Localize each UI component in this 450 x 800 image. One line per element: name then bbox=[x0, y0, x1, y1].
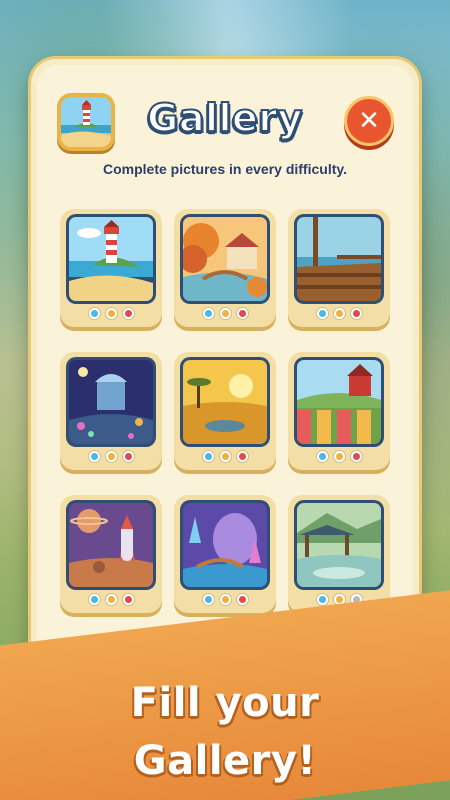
difficulty-hard-dot bbox=[350, 308, 362, 319]
difficulty-easy-dot bbox=[316, 308, 328, 319]
gallery-card-night-garden[interactable] bbox=[60, 352, 162, 470]
difficulty-dots bbox=[60, 451, 162, 465]
difficulty-medium-dot bbox=[333, 308, 345, 319]
difficulty-dots bbox=[60, 308, 162, 322]
banner-line-1: Fill your bbox=[130, 680, 320, 726]
difficulty-hard-dot bbox=[122, 451, 134, 462]
gallery-card-savanna[interactable] bbox=[174, 352, 276, 470]
gallery-card-space-rocket[interactable] bbox=[60, 495, 162, 613]
savanna-picture bbox=[183, 360, 267, 444]
difficulty-medium-dot bbox=[105, 594, 117, 605]
autumn-village-picture bbox=[183, 217, 267, 301]
difficulty-hard-dot bbox=[236, 594, 248, 605]
difficulty-easy-dot bbox=[202, 451, 214, 462]
difficulty-medium-dot bbox=[333, 451, 345, 462]
difficulty-medium-dot bbox=[105, 308, 117, 319]
close-icon: ✕ bbox=[358, 106, 380, 136]
difficulty-dots bbox=[174, 451, 276, 465]
difficulty-dots bbox=[288, 308, 390, 322]
difficulty-hard-dot bbox=[122, 594, 134, 605]
difficulty-easy-dot bbox=[202, 308, 214, 319]
crystal-cave-picture bbox=[183, 503, 267, 587]
gallery-card-pirate-ship[interactable] bbox=[288, 209, 390, 327]
picture-frame bbox=[294, 214, 384, 304]
pirate-ship-picture bbox=[297, 217, 381, 301]
gallery-card-crystal-cave[interactable] bbox=[174, 495, 276, 613]
gallery-card-tulip-farm[interactable] bbox=[288, 352, 390, 470]
difficulty-easy-dot bbox=[88, 594, 100, 605]
difficulty-easy-dot bbox=[88, 308, 100, 319]
gallery-card-lighthouse[interactable] bbox=[60, 209, 162, 327]
gallery-card-hot-spring[interactable] bbox=[288, 495, 390, 613]
picture-frame bbox=[180, 357, 270, 447]
difficulty-easy-dot bbox=[88, 451, 100, 462]
banner-line-2: Gallery! bbox=[133, 738, 317, 784]
difficulty-medium-dot bbox=[219, 451, 231, 462]
night-garden-picture bbox=[69, 360, 153, 444]
picture-frame bbox=[66, 500, 156, 590]
lighthouse-beach-picture bbox=[69, 217, 153, 301]
picture-frame bbox=[294, 357, 384, 447]
difficulty-dots bbox=[174, 308, 276, 322]
difficulty-medium-dot bbox=[105, 451, 117, 462]
page-subtitle: Complete pictures in every difficulty. bbox=[102, 161, 348, 177]
difficulty-easy-dot bbox=[316, 451, 328, 462]
picture-frame bbox=[180, 500, 270, 590]
difficulty-dots bbox=[60, 594, 162, 608]
picture-frame bbox=[66, 357, 156, 447]
picture-frame bbox=[294, 500, 384, 590]
difficulty-medium-dot bbox=[219, 308, 231, 319]
difficulty-dots bbox=[288, 451, 390, 465]
difficulty-easy-dot bbox=[202, 594, 214, 605]
difficulty-easy-dot bbox=[316, 594, 328, 605]
difficulty-hard-dot bbox=[350, 451, 362, 462]
difficulty-hard-dot bbox=[236, 451, 248, 462]
gallery-card-autumn-village[interactable] bbox=[174, 209, 276, 327]
close-button[interactable]: ✕ bbox=[344, 96, 394, 146]
space-rocket-picture bbox=[69, 503, 153, 587]
picture-frame bbox=[180, 214, 270, 304]
difficulty-hard-dot bbox=[236, 308, 248, 319]
tulip-farm-picture bbox=[297, 360, 381, 444]
difficulty-dots bbox=[174, 594, 276, 608]
difficulty-medium-dot bbox=[219, 594, 231, 605]
difficulty-hard-dot bbox=[122, 308, 134, 319]
picture-frame bbox=[66, 214, 156, 304]
hot-spring-picture bbox=[297, 503, 381, 587]
